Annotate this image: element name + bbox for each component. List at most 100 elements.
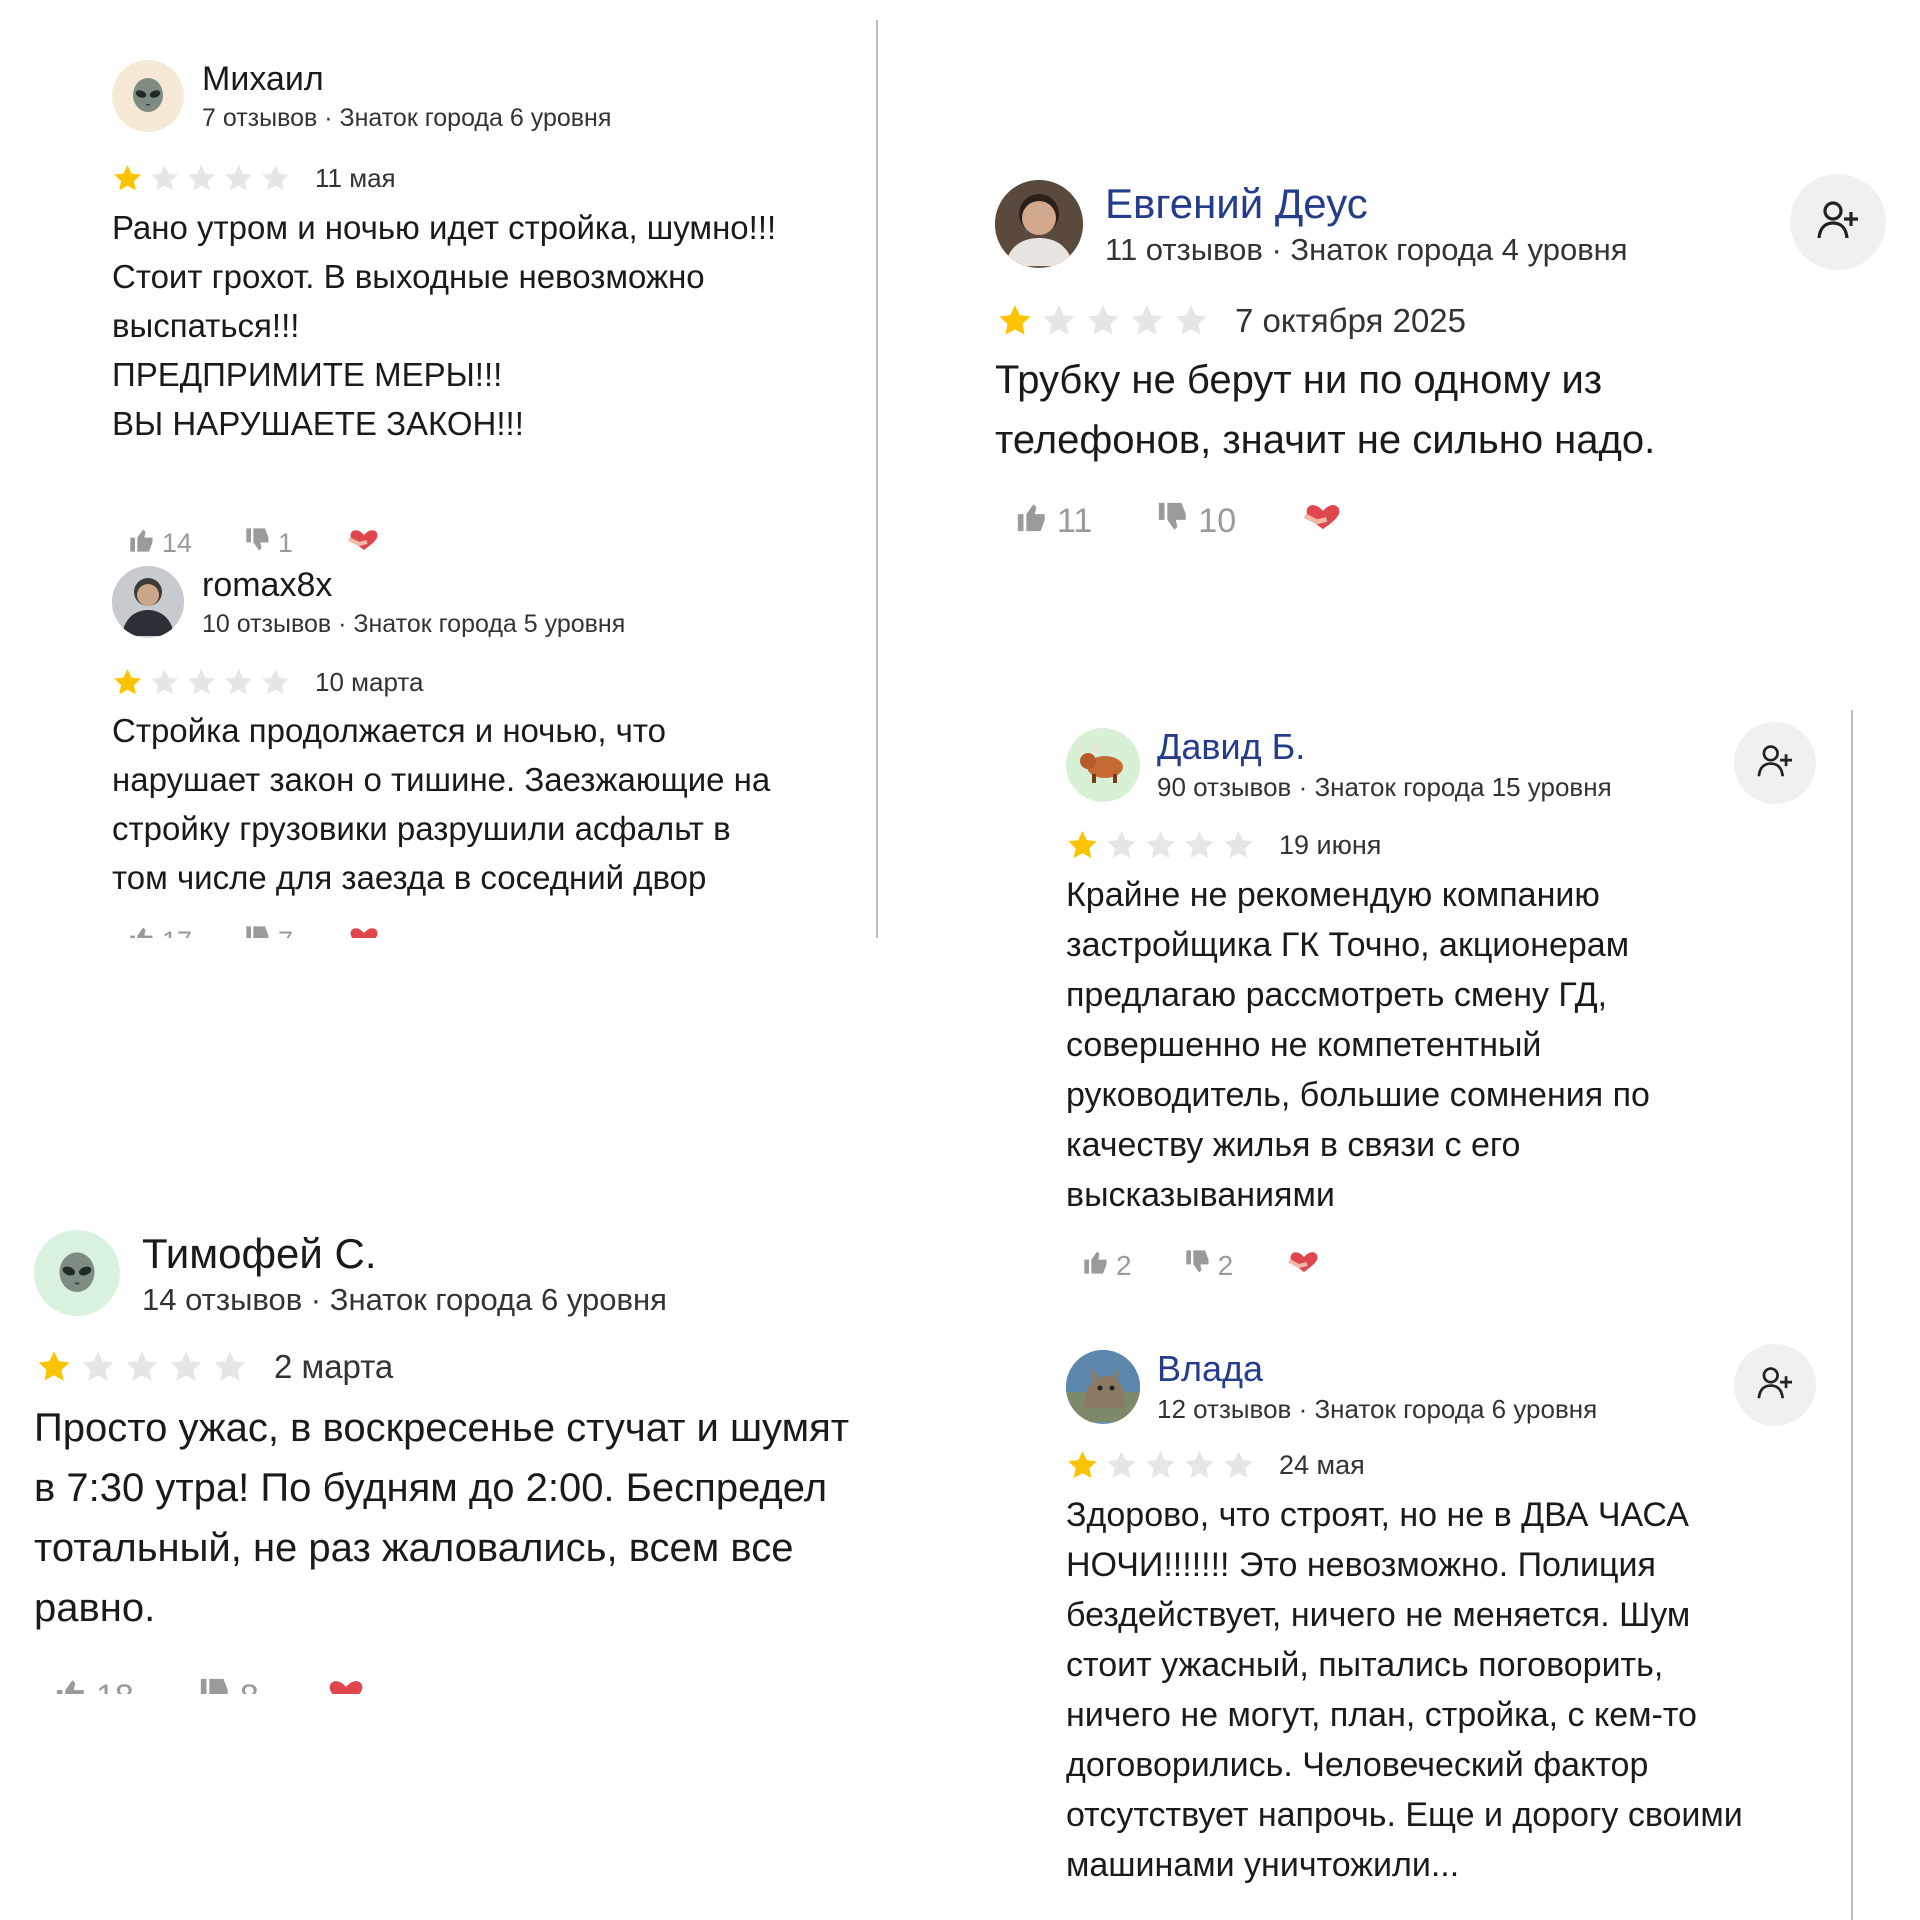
review-date: 24 мая bbox=[1279, 1449, 1365, 1480]
like-button[interactable]: 2 bbox=[1082, 1248, 1132, 1283]
like-count: 17 bbox=[162, 926, 192, 938]
star-icon bbox=[1043, 305, 1075, 335]
rating-row: 2 марта bbox=[36, 1344, 393, 1390]
review-date: 11 мая bbox=[315, 162, 396, 193]
star-icon bbox=[188, 668, 215, 694]
like-button[interactable]: 14 bbox=[128, 526, 192, 561]
subscribe-button[interactable] bbox=[1790, 174, 1886, 270]
reviewer-name[interactable]: Михаил bbox=[202, 60, 324, 99]
reviewer-name[interactable]: Давид Б. bbox=[1157, 726, 1305, 768]
thumbs-down-icon bbox=[1184, 1248, 1212, 1283]
dislike-button[interactable]: 1 bbox=[244, 526, 293, 561]
divider-vertical-left bbox=[876, 20, 878, 938]
star-icon bbox=[262, 164, 289, 190]
dislike-count: 10 bbox=[1198, 502, 1237, 540]
star-icon bbox=[214, 1351, 246, 1381]
reviewer-name[interactable]: Тимофей С. bbox=[142, 1230, 377, 1278]
reviewer-meta: 11 отзывов · Знаток города 4 уровня bbox=[1105, 232, 1628, 267]
reaction-button[interactable] bbox=[323, 1676, 369, 1694]
star-icon bbox=[1068, 830, 1097, 858]
star-icon bbox=[114, 164, 141, 190]
reviewer-name[interactable]: Евгений Деус bbox=[1105, 180, 1368, 228]
thumbs-up-icon bbox=[54, 1676, 88, 1694]
reviewer-meta: 90 отзывов · Знаток города 15 уровня bbox=[1157, 772, 1612, 802]
like-button[interactable]: 11 bbox=[1015, 500, 1092, 543]
star-icon bbox=[151, 668, 178, 694]
like-count: 2 bbox=[1116, 1249, 1132, 1281]
thumbs-up-icon bbox=[1015, 500, 1049, 543]
star-icon bbox=[151, 164, 178, 190]
like-button[interactable]: 18 bbox=[54, 1676, 134, 1694]
user-photo-icon bbox=[995, 180, 1083, 268]
star-icon bbox=[999, 305, 1031, 335]
rating-stars bbox=[1066, 829, 1255, 862]
avatar[interactable] bbox=[1066, 1350, 1140, 1424]
star-icon bbox=[1224, 1450, 1253, 1478]
review-card-david: Давид Б. 90 отзывов · Знаток города 15 у… bbox=[1066, 722, 1846, 1298]
reviewer-meta: 14 отзывов · Знаток города 6 уровня bbox=[142, 1282, 667, 1317]
dislike-button[interactable]: 8 bbox=[198, 1676, 259, 1694]
review-actions: 17 7 bbox=[128, 924, 383, 938]
star-icon bbox=[225, 668, 252, 694]
star-icon bbox=[170, 1351, 202, 1381]
star-icon bbox=[1146, 1450, 1175, 1478]
star-icon bbox=[1224, 830, 1253, 858]
like-button[interactable]: 17 bbox=[128, 924, 192, 938]
rating-row: 11 мая bbox=[112, 158, 396, 198]
thumbs-up-icon bbox=[128, 924, 156, 938]
reaction-button[interactable] bbox=[345, 924, 383, 938]
reaction-button[interactable] bbox=[1285, 1248, 1323, 1283]
review-card-vlada: Влада 12 отзывов · Знаток города 6 уровн… bbox=[1066, 1344, 1846, 1920]
reviewer-name[interactable]: romax8x bbox=[202, 566, 332, 605]
rating-row: 7 октября 2025 bbox=[997, 298, 1466, 344]
thumbs-down-icon bbox=[1156, 500, 1190, 543]
review-date: 19 июня bbox=[1279, 829, 1382, 860]
reaction-button[interactable] bbox=[345, 526, 383, 561]
dislike-button[interactable]: 7 bbox=[244, 924, 293, 938]
rating-stars bbox=[112, 667, 291, 698]
avatar[interactable] bbox=[995, 180, 1083, 268]
add-user-icon bbox=[1816, 200, 1860, 245]
like-count: 18 bbox=[96, 1678, 134, 1694]
reaction-button[interactable] bbox=[1300, 500, 1346, 543]
star-icon bbox=[1175, 305, 1207, 335]
thumbs-down-icon bbox=[244, 924, 272, 938]
reviewer-meta: 10 отзывов · Знаток города 5 уровня bbox=[202, 610, 626, 638]
review-text: Здорово, что строят, но не в ДВА ЧАСА НО… bbox=[1066, 1496, 1743, 1884]
reviewer-meta: 7 отзывов · Знаток города 6 уровня bbox=[202, 104, 612, 132]
dislike-count: 7 bbox=[278, 926, 293, 938]
star-icon bbox=[262, 668, 289, 694]
review-clip: romax8x 10 отзывов · Знаток города 5 уро… bbox=[112, 566, 872, 938]
avatar[interactable] bbox=[1066, 728, 1140, 802]
thumbs-down-icon bbox=[198, 1676, 232, 1694]
review-date: 7 октября 2025 bbox=[1235, 302, 1466, 339]
avatar[interactable] bbox=[112, 566, 184, 638]
like-count: 11 bbox=[1057, 502, 1093, 540]
alien-icon bbox=[49, 1243, 105, 1304]
user-photo-icon bbox=[112, 566, 184, 638]
review-text: Стройка продолжается и ночью, что наруша… bbox=[112, 712, 771, 896]
thumbs-down-icon bbox=[244, 526, 272, 561]
reviewer-name[interactable]: Влада bbox=[1157, 1348, 1263, 1390]
thumbs-up-icon bbox=[128, 526, 156, 561]
divider-vertical-right bbox=[1851, 710, 1853, 1920]
review-date: 2 марта bbox=[274, 1348, 394, 1385]
dislike-count: 2 bbox=[1217, 1249, 1234, 1281]
star-icon bbox=[82, 1351, 114, 1381]
yak-icon bbox=[1075, 741, 1131, 790]
star-icon bbox=[38, 1351, 70, 1381]
heart-hands-icon bbox=[345, 526, 383, 561]
avatar[interactable] bbox=[34, 1230, 120, 1316]
star-icon bbox=[225, 164, 252, 190]
review-date: 10 марта bbox=[315, 666, 424, 697]
dislike-button[interactable]: 10 bbox=[1156, 500, 1236, 543]
avatar[interactable] bbox=[112, 60, 184, 132]
subscribe-button[interactable] bbox=[1734, 1344, 1816, 1426]
thumbs-up-icon bbox=[1082, 1248, 1110, 1283]
star-icon bbox=[1185, 1450, 1214, 1478]
dislike-button[interactable]: 2 bbox=[1184, 1248, 1234, 1283]
subscribe-button[interactable] bbox=[1734, 722, 1816, 804]
add-user-icon bbox=[1756, 1366, 1794, 1405]
rating-stars bbox=[1066, 1449, 1255, 1482]
review-actions: 18 8 bbox=[54, 1676, 369, 1694]
